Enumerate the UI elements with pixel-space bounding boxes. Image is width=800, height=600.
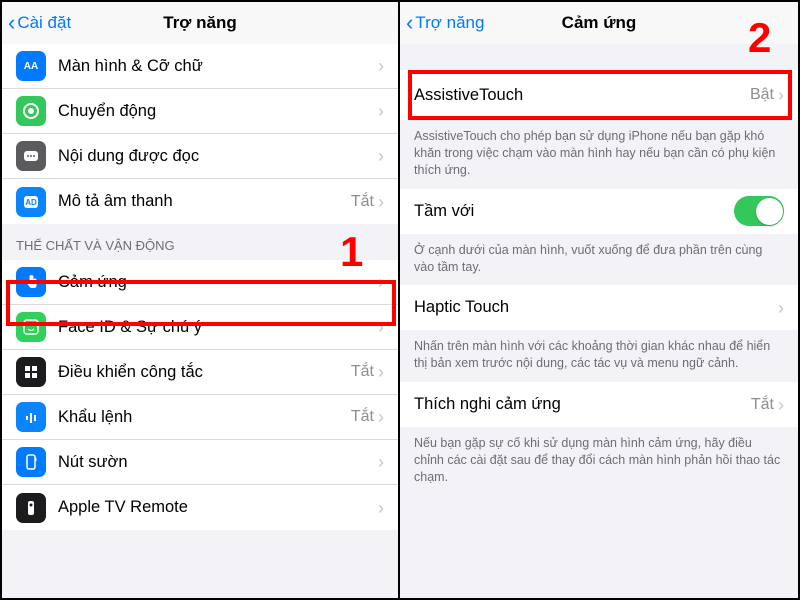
chevron-right-icon: › bbox=[378, 499, 384, 517]
speech-icon bbox=[16, 141, 46, 171]
chevron-right-icon: › bbox=[378, 102, 384, 120]
row-spoken-content[interactable]: Nội dung được đọc › bbox=[2, 134, 398, 179]
page-title: Cảm ứng bbox=[562, 13, 637, 33]
row-side-button[interactable]: Nút sườn › bbox=[2, 440, 398, 485]
row-reachability[interactable]: Tầm với bbox=[400, 189, 798, 234]
voice-icon bbox=[16, 402, 46, 432]
row-label: Nội dung được đọc bbox=[58, 147, 378, 166]
assistivetouch-description: AssistiveTouch cho phép bạn sử dụng iPho… bbox=[400, 120, 798, 189]
audio-desc-icon: AD bbox=[16, 187, 46, 217]
chevron-right-icon: › bbox=[378, 363, 384, 381]
text-size-icon: AA bbox=[16, 51, 46, 81]
row-label: Chuyển động bbox=[58, 102, 378, 121]
row-label: Điều khiển công tắc bbox=[58, 363, 351, 382]
accommodations-description: Nếu bạn gặp sự cố khi sử dụng màn hình c… bbox=[400, 427, 798, 496]
row-label: Mô tả âm thanh bbox=[58, 192, 351, 211]
row-voice-control[interactable]: Khẩu lệnh Tắt › bbox=[2, 395, 398, 440]
row-motion[interactable]: Chuyển động › bbox=[2, 89, 398, 134]
row-status: Bật bbox=[750, 86, 774, 104]
row-label: Apple TV Remote bbox=[58, 498, 378, 517]
svg-text:AD: AD bbox=[25, 198, 37, 207]
group-vision: AA Màn hình & Cỡ chữ › Chuyển động › Nội… bbox=[2, 44, 398, 224]
row-status: Tắt bbox=[351, 193, 374, 211]
group-assistivetouch: AssistiveTouch Bật › bbox=[400, 70, 798, 120]
row-label: Màn hình & Cỡ chữ bbox=[58, 57, 378, 76]
chevron-right-icon: › bbox=[378, 193, 384, 211]
chevron-right-icon: › bbox=[378, 147, 384, 165]
group-haptic: Haptic Touch › bbox=[400, 285, 798, 330]
chevron-right-icon: › bbox=[378, 57, 384, 75]
back-label: Cài đặt bbox=[17, 13, 71, 33]
row-switch-control[interactable]: Điều khiển công tắc Tắt › bbox=[2, 350, 398, 395]
row-label: AssistiveTouch bbox=[414, 86, 750, 105]
row-display-text-size[interactable]: AA Màn hình & Cỡ chữ › bbox=[2, 44, 398, 89]
navbar-accessibility: ‹ Cài đặt Trợ năng bbox=[2, 2, 398, 44]
group-physical: Cảm ứng › Face ID & Sự chú ý › Điều khiể… bbox=[2, 260, 398, 530]
row-faceid[interactable]: Face ID & Sự chú ý › bbox=[2, 305, 398, 350]
reachability-toggle[interactable] bbox=[734, 196, 784, 226]
row-assistivetouch[interactable]: AssistiveTouch Bật › bbox=[400, 70, 798, 120]
chevron-right-icon: › bbox=[778, 86, 784, 104]
annotation-badge-1: 1 bbox=[340, 228, 363, 276]
row-touch[interactable]: Cảm ứng › bbox=[2, 260, 398, 305]
row-label: Haptic Touch bbox=[414, 298, 778, 317]
group-touch-accommodations: Thích nghi cảm ứng Tắt › bbox=[400, 382, 798, 427]
chevron-right-icon: › bbox=[378, 453, 384, 471]
row-label: Face ID & Sự chú ý bbox=[58, 318, 378, 337]
row-status: Tắt bbox=[351, 363, 374, 381]
row-status: Tắt bbox=[351, 408, 374, 426]
side-button-icon bbox=[16, 447, 46, 477]
touch-icon bbox=[16, 267, 46, 297]
chevron-right-icon: › bbox=[378, 318, 384, 336]
group-reachability: Tầm với bbox=[400, 189, 798, 234]
annotation-badge-2: 2 bbox=[748, 14, 771, 62]
left-panel: ‹ Cài đặt Trợ năng AA Màn hình & Cỡ chữ … bbox=[2, 2, 399, 598]
faceid-icon bbox=[16, 312, 46, 342]
row-status: Tắt bbox=[751, 396, 774, 414]
page-title: Trợ năng bbox=[163, 13, 236, 33]
back-button-settings[interactable]: ‹ Cài đặt bbox=[8, 12, 71, 34]
row-apple-tv-remote[interactable]: Apple TV Remote › bbox=[2, 485, 398, 530]
right-panel: ‹ Trợ năng Cảm ứng AssistiveTouch Bật › … bbox=[400, 2, 798, 598]
navbar-touch: ‹ Trợ năng Cảm ứng bbox=[400, 2, 798, 44]
row-label: Tầm với bbox=[414, 202, 734, 221]
reachability-description: Ở cạnh dưới của màn hình, vuốt xuống để … bbox=[400, 234, 798, 286]
row-label: Khẩu lệnh bbox=[58, 408, 351, 427]
chevron-left-icon: ‹ bbox=[8, 12, 15, 34]
chevron-right-icon: › bbox=[378, 273, 384, 291]
section-header-physical: THỂ CHẤT VÀ VẬN ĐỘNG bbox=[2, 224, 398, 260]
row-label: Nút sườn bbox=[58, 453, 378, 472]
chevron-right-icon: › bbox=[778, 299, 784, 317]
back-button-accessibility[interactable]: ‹ Trợ năng bbox=[406, 12, 484, 34]
chevron-right-icon: › bbox=[378, 408, 384, 426]
row-audio-descriptions[interactable]: AD Mô tả âm thanh Tắt › bbox=[2, 179, 398, 224]
appletv-icon bbox=[16, 493, 46, 523]
row-label: Thích nghi cảm ứng bbox=[414, 395, 751, 414]
motion-icon bbox=[16, 96, 46, 126]
switch-icon bbox=[16, 357, 46, 387]
row-haptic-touch[interactable]: Haptic Touch › bbox=[400, 285, 798, 330]
haptic-description: Nhấn trên màn hình với các khoảng thời g… bbox=[400, 330, 798, 382]
row-touch-accommodations[interactable]: Thích nghi cảm ứng Tắt › bbox=[400, 382, 798, 427]
row-label: Cảm ứng bbox=[58, 273, 378, 292]
back-label: Trợ năng bbox=[415, 13, 484, 33]
chevron-right-icon: › bbox=[778, 396, 784, 414]
chevron-left-icon: ‹ bbox=[406, 12, 413, 34]
